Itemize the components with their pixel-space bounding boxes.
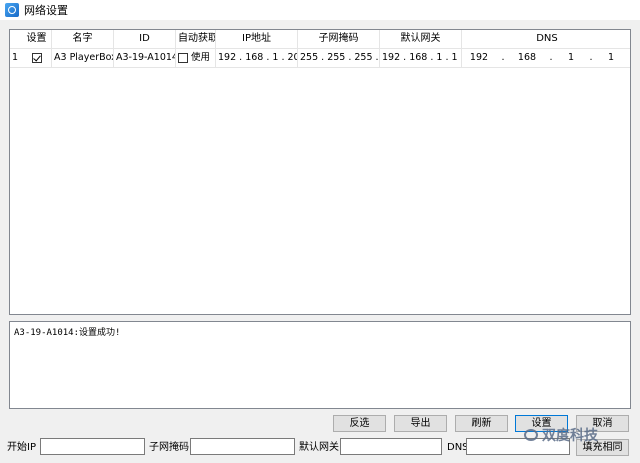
mask-label: 子网掩码 xyxy=(149,442,189,453)
dns-dot: . xyxy=(549,52,553,63)
row-gateway[interactable]: 192 . 168 . 1 . 1 xyxy=(380,49,462,67)
dns-octet: 1 xyxy=(567,52,575,63)
row-id[interactable]: A3-19-A1014 xyxy=(114,49,176,67)
header-index xyxy=(10,30,22,48)
auto-label: 使用 xyxy=(191,52,211,63)
row-dns[interactable]: 192. 168. 1. 1 xyxy=(462,49,630,67)
row-auto-cell[interactable]: 使用 xyxy=(176,49,216,67)
export-button[interactable]: 导出 xyxy=(394,415,447,432)
invert-button[interactable]: 反选 xyxy=(333,415,386,432)
dns-dot: . xyxy=(589,52,593,63)
table-row[interactable]: 1 A3 PlayerBox A3-19-A1014 使用 192 . 168 … xyxy=(10,49,630,68)
dns-octet: 1 xyxy=(607,52,615,63)
row-index: 1 xyxy=(12,52,19,63)
dns-octet: 168 xyxy=(517,52,537,63)
header-auto[interactable]: 自动获取 xyxy=(176,30,216,48)
watermark: 双度科技 xyxy=(524,425,598,445)
row-set-cell[interactable] xyxy=(22,49,52,67)
title-bar[interactable]: 网络设置 xyxy=(0,0,640,20)
wechat-icon xyxy=(524,429,538,441)
table-header: 设置 名字 ID 自动获取 IP地址 子网掩码 默认网关 DNS xyxy=(10,30,630,49)
start-ip-label: 开始IP xyxy=(7,442,36,453)
header-id[interactable]: ID xyxy=(114,30,176,48)
row-name[interactable]: A3 PlayerBox xyxy=(52,49,114,67)
set-checkbox[interactable] xyxy=(31,52,42,63)
gateway-label: 默认网关 xyxy=(299,442,339,453)
log-line: A3-19-A1014:设置成功! xyxy=(14,328,121,338)
header-ip[interactable]: IP地址 xyxy=(216,30,298,48)
header-set[interactable]: 设置 xyxy=(22,30,52,48)
start-ip-input[interactable] xyxy=(40,438,145,455)
dns-octet: 192 xyxy=(469,52,489,63)
auto-checkbox[interactable] xyxy=(178,52,188,63)
window-title: 网络设置 xyxy=(24,4,68,17)
header-name[interactable]: 名字 xyxy=(52,30,114,48)
log-output[interactable]: A3-19-A1014:设置成功! xyxy=(9,321,631,409)
dns-dot: . xyxy=(501,52,505,63)
header-dns[interactable]: DNS xyxy=(462,30,630,48)
header-mask[interactable]: 子网掩码 xyxy=(298,30,380,48)
device-table[interactable]: 设置 名字 ID 自动获取 IP地址 子网掩码 默认网关 DNS 1 A3 Pl… xyxy=(9,29,631,315)
header-gateway[interactable]: 默认网关 xyxy=(380,30,462,48)
row-ip[interactable]: 192 . 168 . 1 . 203 xyxy=(216,49,298,67)
row-mask[interactable]: 255 . 255 . 255 . 0 xyxy=(298,49,380,67)
mask-input[interactable] xyxy=(190,438,295,455)
refresh-button[interactable]: 刷新 xyxy=(455,415,508,432)
watermark-text: 双度科技 xyxy=(542,428,598,444)
gateway-input[interactable] xyxy=(340,438,442,455)
app-icon xyxy=(5,3,19,17)
